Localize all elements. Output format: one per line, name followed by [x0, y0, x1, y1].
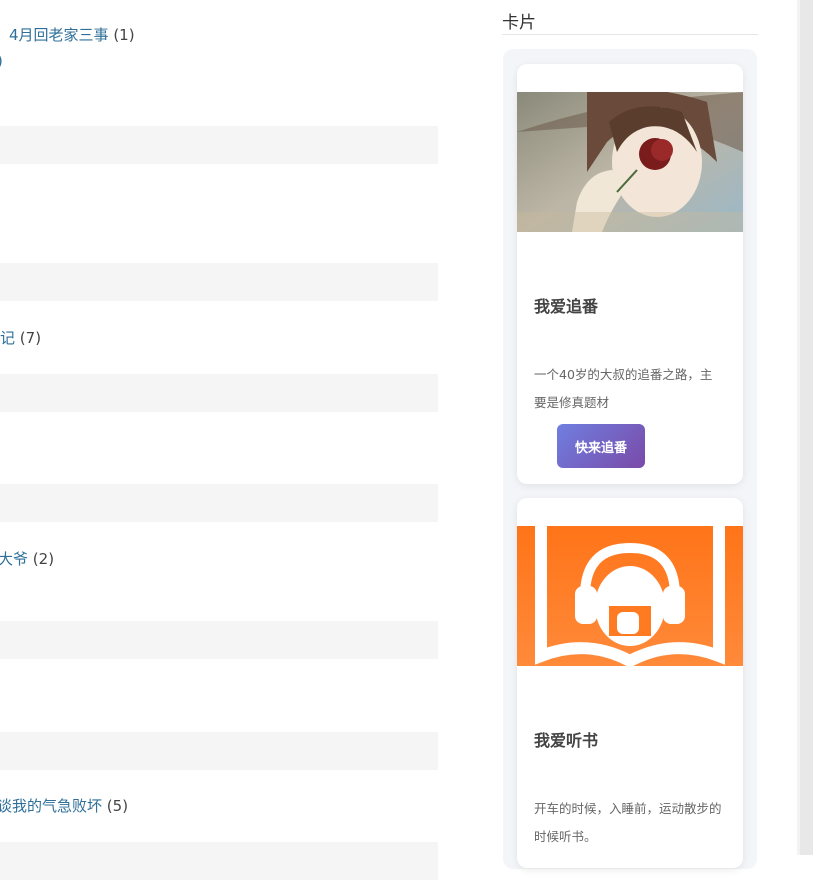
list-row-stripe	[0, 374, 438, 412]
watch-anime-button[interactable]: 快来追番	[557, 424, 645, 468]
card-anime: 我爱追番 一个40岁的大叔的追番之路，主要是修真题材 快来追番	[517, 64, 743, 484]
post-link[interactable]: 记	[0, 329, 15, 347]
post-link[interactable]: 大爷	[0, 550, 28, 568]
list-row-stripe	[0, 842, 438, 880]
card-title: 我爱听书	[534, 731, 599, 750]
post-item: 4月回老家三事 (1)	[9, 24, 135, 45]
card-title: 我爱追番	[534, 297, 599, 316]
post-count: (5)	[106, 797, 129, 815]
card-audiobook: 我爱听书 开车的时候，入睡前，运动散步的时候听书。	[517, 498, 743, 868]
scrollbar-edge	[797, 0, 800, 855]
post-count: (1)	[113, 26, 135, 44]
post-count: (2)	[32, 550, 55, 568]
post-count: (7)	[19, 329, 42, 347]
sidebar-title: 卡片	[502, 13, 536, 33]
sidebar-divider	[502, 34, 758, 35]
card-description: 一个40岁的大叔的追番之路，主要是修真题材	[534, 367, 713, 410]
post-link[interactable]: 4月回老家三事	[9, 26, 109, 44]
anime-cover-image	[517, 92, 743, 232]
post-item: 谈我的气急败坏 (5)	[0, 795, 128, 816]
list-row-stripe	[0, 732, 438, 770]
list-row-stripe	[0, 126, 438, 164]
list-row-stripe	[0, 263, 438, 301]
post-item: 记 (7)	[0, 327, 41, 348]
card-description: 开车的时候，入睡前，运动散步的时候听书。	[534, 801, 722, 844]
list-row-stripe	[0, 621, 438, 659]
post-link[interactable]: 谈我的气急败坏	[0, 797, 102, 815]
post-link[interactable]: )	[0, 52, 3, 70]
list-row-stripe	[0, 484, 438, 522]
audiobook-cover-image	[517, 526, 743, 666]
post-item: 大爷 (2)	[0, 548, 54, 569]
post-item: )	[0, 52, 3, 70]
